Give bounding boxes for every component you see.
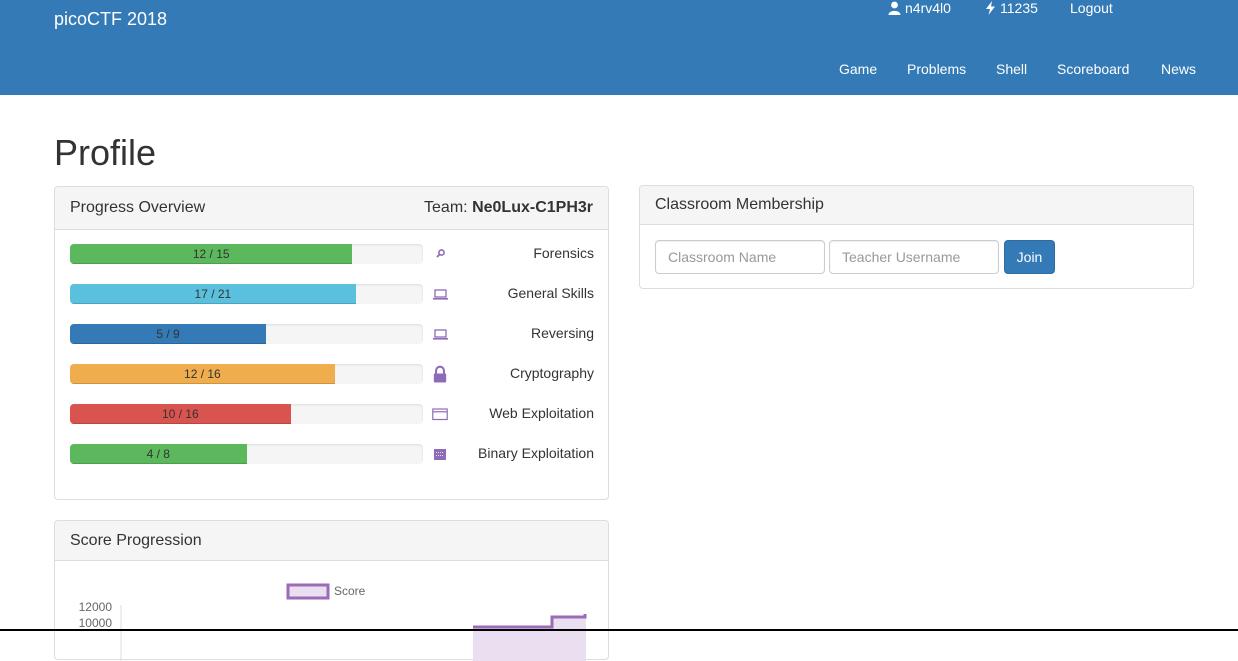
user-icon	[888, 1, 901, 15]
progress-overview-heading: Progress Overview Team: Ne0Lux-C1PH3r	[55, 187, 608, 230]
progress-bar-fill: 4 / 8	[70, 444, 247, 464]
y-tick-label: 10000	[79, 616, 113, 630]
laptop-icon	[433, 289, 448, 300]
category-label: General Skills	[507, 285, 594, 301]
y-tick-label: 12000	[79, 600, 113, 614]
browser-window-icon	[432, 408, 448, 421]
progress-track: 17 / 21	[70, 284, 423, 304]
progress-bar-fill: 5 / 9	[70, 324, 267, 344]
score-area	[473, 614, 586, 661]
classroom-membership-panel: Classroom Membership Join	[639, 185, 1194, 289]
nav-shell[interactable]: Shell	[996, 61, 1027, 77]
progress-row-cryptography: 12 / 16 Cryptography	[70, 364, 594, 384]
category-label: Forensics	[533, 245, 594, 261]
progress-track: 10 / 16	[70, 404, 423, 424]
progress-row-general-skills: 17 / 21 General Skills	[70, 284, 594, 304]
page-title: Profile	[54, 132, 157, 173]
nav-game[interactable]: Game	[839, 61, 877, 77]
score-progression-panel: Score Progression Score 12000 10000	[54, 520, 609, 661]
lock-icon	[433, 365, 447, 383]
classroom-name-input[interactable]	[655, 240, 825, 274]
category-label: Reversing	[530, 325, 594, 341]
nav-news[interactable]: News	[1161, 61, 1196, 77]
score-progression-heading: Score Progression	[55, 521, 608, 561]
progress-bar-fill: 10 / 16	[70, 404, 291, 424]
team-label: Team:	[424, 199, 468, 216]
category-label: Web Exploitation	[489, 405, 594, 421]
progress-row-forensics: 12 / 15 Forensics	[70, 244, 594, 264]
binary-chip-icon	[434, 449, 446, 460]
score-chart: Score 12000 10000	[79, 583, 587, 661]
legend-label: Score	[334, 584, 366, 598]
progress-overview-title: Progress Overview	[70, 199, 206, 216]
top-navbar: picoCTF 2018 n4rv4l0 11235 Logout Game P…	[0, 0, 1238, 95]
username-label: n4rv4l0	[905, 0, 951, 16]
lightning-icon	[986, 1, 995, 15]
teacher-username-input[interactable]	[829, 240, 999, 274]
progress-overview-panel: Progress Overview Team: Ne0Lux-C1PH3r 12…	[54, 186, 609, 500]
progress-track: 12 / 15	[70, 244, 423, 264]
magnifier-icon	[436, 249, 445, 258]
team-info: Team: Ne0Lux-C1PH3r	[424, 187, 593, 229]
classroom-membership-heading: Classroom Membership	[640, 186, 1193, 225]
progress-row-web-exploitation: 10 / 16 Web Exploitation	[70, 404, 594, 424]
progress-row-reversing: 5 / 9 Reversing	[70, 324, 594, 344]
progress-track: 4 / 8	[70, 444, 423, 464]
laptop-icon	[433, 329, 448, 340]
nav-problems[interactable]: Problems	[907, 61, 966, 77]
progress-bar-fill: 17 / 21	[70, 284, 356, 304]
progress-bar-fill: 12 / 15	[70, 244, 353, 264]
brand-link[interactable]: picoCTF 2018	[54, 9, 167, 30]
join-button[interactable]: Join	[1004, 240, 1055, 274]
legend-swatch	[286, 583, 330, 600]
progress-track: 12 / 16	[70, 364, 423, 384]
score-link[interactable]: 11235	[985, 0, 1038, 16]
progress-row-binary-exploitation: 4 / 8 Binary Exploitation	[70, 444, 594, 464]
category-label: Binary Exploitation	[478, 445, 594, 461]
score-label: 11235	[1000, 0, 1038, 16]
user-profile-link[interactable]: n4rv4l0	[888, 0, 951, 16]
team-name: Ne0Lux-C1PH3r	[472, 199, 593, 216]
category-label: Cryptography	[509, 365, 594, 381]
progress-track: 5 / 9	[70, 324, 423, 344]
logout-link[interactable]: Logout	[1070, 0, 1113, 16]
progress-bar-fill: 12 / 16	[70, 364, 335, 384]
nav-scoreboard[interactable]: Scoreboard	[1057, 61, 1129, 77]
